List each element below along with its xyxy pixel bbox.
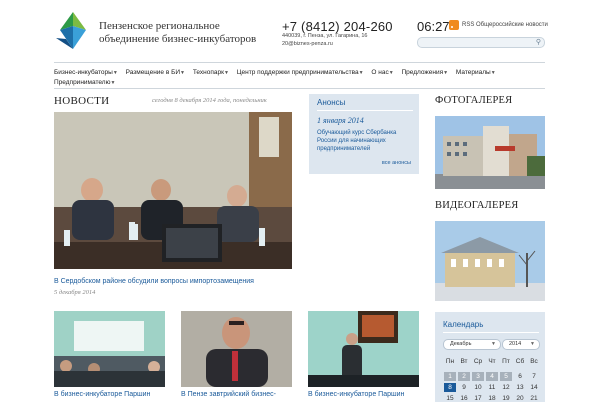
caret-down-icon: ▼ [388,70,394,76]
news-thumb-3-caption[interactable]: В бизнес-инкубаторе Паршин [308,391,404,398]
calendar-day[interactable]: 12 [500,383,512,392]
weekday-label: Ср [473,358,483,365]
phone-number: +7 (8412) 204-260 [282,19,393,34]
all-announcements-link[interactable]: все анонсы [382,160,411,166]
news-main-caption[interactable]: В Сердобском районе обсудили вопросы имп… [54,278,254,285]
calendar-day[interactable]: 21 [528,394,540,403]
calendar-weekdays: Пн Вт Ср Чт Пт Сб Вс [443,358,541,365]
video-gallery-image[interactable] [435,221,545,301]
announcements-title: Анонсы [317,98,346,107]
news-title: НОВОСТИ [54,95,110,107]
calendar-day[interactable]: 17 [472,394,484,403]
weekday-label: Чт [488,358,496,365]
news-thumb-1-caption[interactable]: В бизнес-инкубаторе Паршин [54,391,150,398]
calendar-day[interactable]: 2 [458,372,470,381]
calendar-day[interactable]: 19 [500,394,512,403]
nav-item[interactable]: Предложения▼ [401,69,448,76]
caret-down-icon: ▼ [110,80,116,86]
caret-down-icon: ▼ [180,70,185,76]
weekday-label: Вт [460,358,468,365]
news-thumb-3[interactable] [308,311,419,387]
calendar-day[interactable]: 10 [472,383,484,392]
calendar-day[interactable]: 1 [444,372,456,381]
caret-down-icon: ▼ [490,70,496,76]
calendar-title: Календарь [443,320,484,329]
logo-icon[interactable] [56,12,90,50]
address-block: 440039, г. Пенза, ул. Гагарина, 16 20@bi… [282,33,367,48]
main-nav: Бизнес-инкубаторы▼ Размещение в БИ▼ Техн… [54,68,545,88]
year-select[interactable]: 2014 ▼ [502,339,540,350]
news-thumb-2-caption[interactable]: В Пензе завтрийский бизнес- [181,391,276,398]
nav-item-label: Предложения [401,69,444,76]
nav-item-label: Материалы [455,69,491,76]
news-main-date: 5 декабря 2014 [54,289,96,296]
calendar-day[interactable]: 7 [528,372,540,381]
calendar-widget: Календарь Декабрь ▼ 2014 ▼ Пн Вт Ср Чт Пт Сб В… [435,312,545,402]
announcement-date: 1 января 2014 [317,116,364,125]
address-line: 440039, г. Пенза, ул. Гагарина, 16 [282,33,368,39]
nav-item-label: Центр поддержки предпринимательства [236,69,359,76]
calendar-days-grid: 1 2 3 4 5 6 7 8 9 10 11 12 13 14 15 16 17 18 19 20 21 [443,372,541,403]
nav-item[interactable]: Размещение в БИ▼ [126,69,185,76]
nav-item-label: Бизнес-инкубаторы [54,69,113,76]
chevron-down-icon: ▼ [530,341,535,347]
weekday-label: Пт [502,358,510,365]
calendar-day[interactable]: 16 [458,394,470,403]
nav-item-label: Размещение в БИ [125,69,181,76]
today-date: сегодня 8 декабря 2014 года, понедельник [152,97,267,104]
nav-item-label: Технопарк [192,69,224,76]
search-input[interactable]: ⚲ [417,37,545,48]
calendar-day[interactable]: 18 [486,394,498,403]
caret-down-icon: ▼ [358,70,364,76]
chevron-down-icon: ▼ [491,341,496,347]
org-name[interactable]: Пензенское региональное объединение бизн… [99,20,269,46]
calendar-day[interactable]: 20 [514,394,526,403]
calendar-day[interactable]: 6 [514,372,526,381]
announcements-panel: Анонсы 1 января 2014 Обучающий курс Сбер… [309,94,419,174]
photo-gallery-title[interactable]: ФОТОГАЛЕРЕЯ [435,95,512,106]
rss-icon [449,20,459,30]
month-value: Декабрь [450,341,472,347]
calendar-day[interactable]: 11 [486,383,498,392]
news-thumb-1[interactable] [54,311,165,387]
calendar-day[interactable]: 14 [528,383,540,392]
nav-item[interactable]: Материалы▼ [456,69,496,76]
email-link[interactable]: 20@biznes-penza.ru [282,41,367,49]
nav-item[interactable]: Бизнес-инкубаторы▼ [54,69,118,76]
news-thumb-2[interactable] [181,311,292,387]
nav-item[interactable]: Технопарк▼ [193,69,229,76]
calendar-day[interactable]: 4 [486,372,498,381]
caret-down-icon: ▼ [112,70,118,76]
calendar-day[interactable]: 13 [514,383,526,392]
nav-divider-bottom [54,88,545,89]
search-icon[interactable]: ⚲ [536,39,541,46]
video-gallery-title[interactable]: ВИДЕОГАЛЕРЕЯ [435,200,518,211]
calendar-day[interactable]: 3 [472,372,484,381]
news-main-photo[interactable] [54,112,292,269]
calendar-day[interactable]: 9 [458,383,470,392]
nav-item-label: О нас [371,69,389,76]
year-value: 2014 [509,341,522,347]
photo-gallery-image[interactable] [435,116,545,189]
nav-item[interactable]: Предпринимателю▼ [54,79,115,86]
calendar-day[interactable]: 5 [500,372,512,381]
calendar-day-today[interactable]: 8 [444,383,456,392]
nav-item-label: Предпринимателю [54,79,111,86]
announcement-link[interactable]: Обучающий курс Сбербанка России для начи… [317,129,415,153]
nav-item[interactable]: О нас▼ [371,69,393,76]
calendar-divider [443,332,539,333]
month-select[interactable]: Декабрь ▼ [443,339,501,350]
nav-divider-top [54,62,545,63]
caret-down-icon: ▼ [223,70,229,76]
weekday-label: Вс [530,358,538,365]
weekday-label: Пн [445,358,455,365]
rss-label: RSS Общероссийские новости [462,22,548,28]
caret-down-icon: ▼ [443,70,449,76]
rss-link[interactable]: RSS Общероссийские новости [449,20,548,30]
nav-item[interactable]: Центр поддержки предпринимательства▼ [237,69,364,76]
weekday-label: Сб [515,358,525,365]
clock: 06:27 [417,19,450,34]
calendar-day[interactable]: 15 [444,394,456,403]
announcements-divider [317,110,413,111]
